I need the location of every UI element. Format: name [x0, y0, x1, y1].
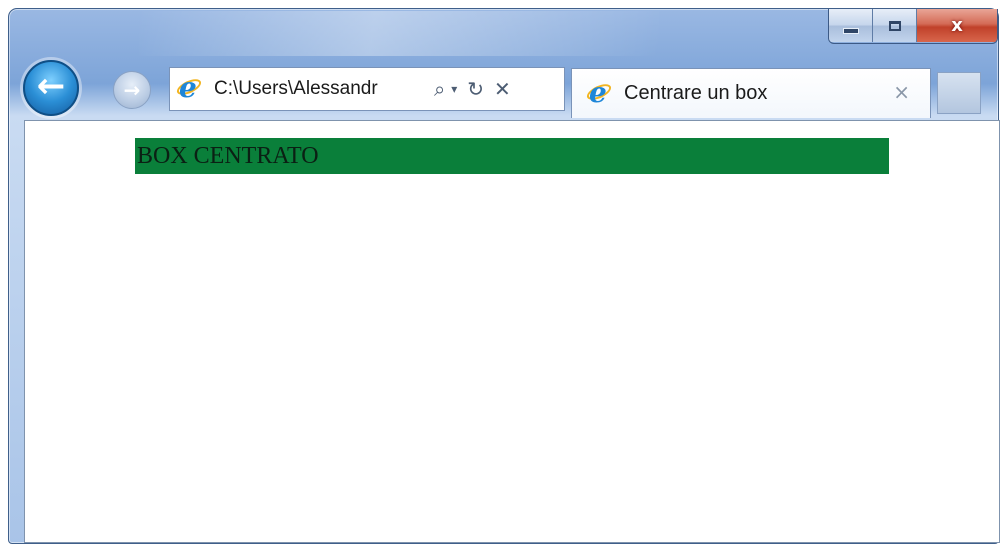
back-arrow-icon: ←	[36, 66, 66, 106]
forward-arrow-icon: →	[123, 78, 141, 102]
navigation-bar: ← → e C:\Users\Alessandr ⌕ ▾ ↻ ✕ e Centr…	[9, 59, 998, 119]
window-controls: x	[828, 9, 998, 44]
tab-centrare-un-box[interactable]: e Centrare un box ×	[571, 68, 931, 118]
minimize-button[interactable]	[829, 9, 873, 42]
centered-box: BOX CENTRATO	[135, 138, 889, 174]
tab-title: Centrare un box	[624, 82, 768, 104]
close-window-button[interactable]: x	[917, 9, 997, 42]
dropdown-icon[interactable]: ▾	[451, 82, 457, 96]
close-icon: x	[951, 15, 963, 36]
title-bar-glass	[139, 11, 659, 56]
address-input[interactable]: C:\Users\Alessandr	[214, 78, 424, 100]
search-icon[interactable]: ⌕	[434, 77, 445, 101]
page-viewport: BOX CENTRATO	[24, 120, 1000, 543]
back-button[interactable]: ←	[23, 60, 79, 116]
refresh-icon[interactable]: ↻	[467, 77, 484, 101]
maximize-button[interactable]	[873, 9, 917, 42]
minimize-icon	[842, 27, 859, 34]
maximize-icon	[888, 20, 901, 31]
new-tab-button[interactable]	[937, 72, 981, 114]
address-bar[interactable]: e C:\Users\Alessandr ⌕ ▾ ↻ ✕	[169, 67, 565, 111]
tab-close-icon[interactable]: ×	[893, 80, 910, 104]
stop-icon[interactable]: ✕	[494, 77, 511, 101]
ie-tab-icon: e	[584, 76, 614, 109]
browser-window: x ← → e C:\Users\Alessandr ⌕ ▾ ↻ ✕ e Cen…	[8, 8, 1000, 544]
forward-button[interactable]: →	[113, 71, 151, 109]
ie-page-icon: e	[174, 71, 204, 104]
